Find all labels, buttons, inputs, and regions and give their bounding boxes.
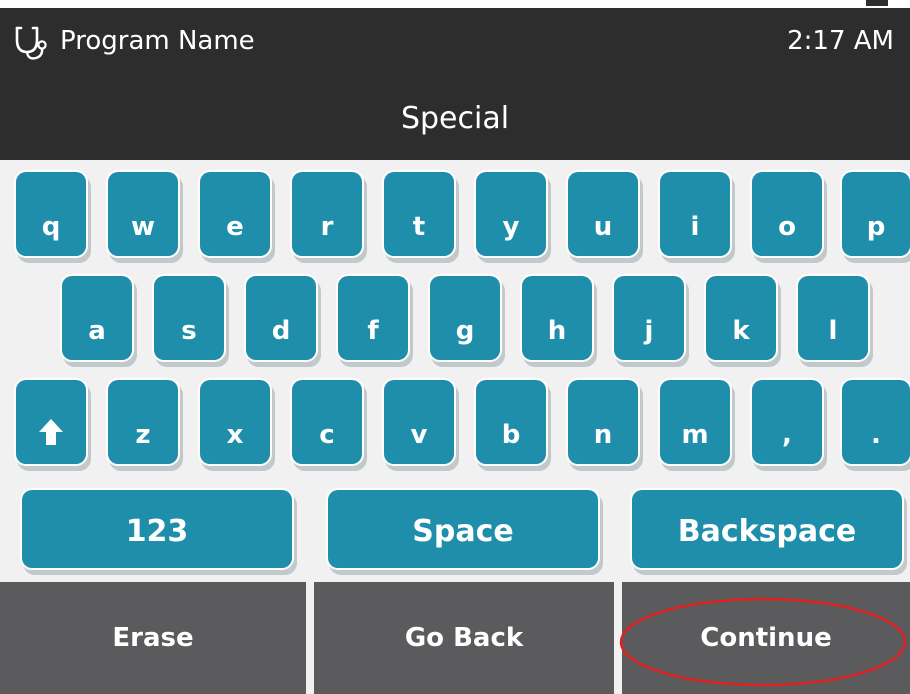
footer-bar: Erase Go Back Continue	[0, 582, 910, 694]
key-n[interactable]: n	[568, 380, 638, 464]
key-x[interactable]: x	[200, 380, 270, 464]
backspace-key[interactable]: Backspace	[632, 490, 902, 568]
key-z[interactable]: z	[108, 380, 178, 464]
key-h[interactable]: h	[522, 276, 592, 360]
key-v[interactable]: v	[384, 380, 454, 464]
key-a[interactable]: a	[62, 276, 132, 360]
continue-button[interactable]: Continue	[622, 582, 910, 694]
key-o[interactable]: o	[752, 172, 822, 256]
key-t[interactable]: t	[384, 172, 454, 256]
key-q[interactable]: q	[16, 172, 86, 256]
key-b[interactable]: b	[476, 380, 546, 464]
key-r[interactable]: r	[292, 172, 362, 256]
top-indicator	[866, 0, 888, 6]
key-c[interactable]: c	[292, 380, 362, 464]
key-l[interactable]: l	[798, 276, 868, 360]
screen-title: Special	[400, 101, 510, 136]
header-bar: Program Name 2:17 AM Special	[0, 0, 910, 160]
key-j[interactable]: j	[614, 276, 684, 360]
key-k[interactable]: k	[706, 276, 776, 360]
key-period[interactable]: .	[842, 380, 910, 464]
shift-key[interactable]	[16, 380, 86, 464]
key-m[interactable]: m	[660, 380, 730, 464]
go-back-button[interactable]: Go Back	[314, 582, 614, 694]
key-comma[interactable]: ,	[752, 380, 822, 464]
key-g[interactable]: g	[430, 276, 500, 360]
key-d[interactable]: d	[246, 276, 316, 360]
key-s[interactable]: s	[154, 276, 224, 360]
numbers-key[interactable]: 123	[22, 490, 292, 568]
key-f[interactable]: f	[338, 276, 408, 360]
key-e[interactable]: e	[200, 172, 270, 256]
key-y[interactable]: y	[476, 172, 546, 256]
key-i[interactable]: i	[660, 172, 730, 256]
program-name: Program Name	[60, 26, 255, 56]
top-strip	[0, 0, 910, 8]
space-key[interactable]: Space	[328, 490, 598, 568]
clock-time: 2:17 AM	[787, 26, 894, 56]
key-u[interactable]: u	[568, 172, 638, 256]
erase-button[interactable]: Erase	[0, 582, 306, 694]
stethoscope-icon	[15, 26, 47, 60]
key-w[interactable]: w	[108, 172, 178, 256]
shift-arrow-icon	[39, 419, 63, 445]
key-p[interactable]: p	[842, 172, 910, 256]
